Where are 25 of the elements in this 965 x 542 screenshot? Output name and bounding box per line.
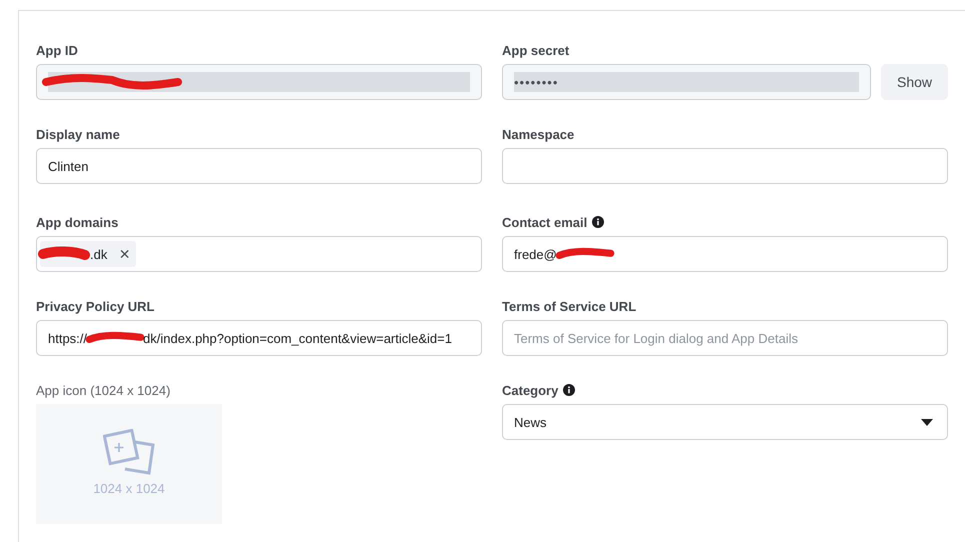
input-field[interactable]: https:// dk/index.php?option=com_content&view=article&id=1	[36, 320, 482, 356]
show-button[interactable]: Show	[881, 64, 948, 100]
field-label: App secret	[502, 42, 570, 58]
field-label: Category	[502, 382, 558, 398]
input-field[interactable]: frede@	[502, 236, 948, 272]
size-caption: 1024 x 1024	[93, 480, 165, 496]
category-dropdown[interactable]: News	[502, 404, 948, 440]
field-label: Namespace	[502, 126, 574, 142]
remove-tag-button[interactable]: ×	[119, 244, 130, 264]
field-label: Display name	[36, 126, 120, 142]
field-label: Terms of Service URL	[502, 298, 636, 314]
field-label: App ID	[36, 42, 78, 58]
input-field[interactable]	[502, 148, 948, 184]
redaction-mark	[38, 245, 90, 263]
input-field[interactable]: .dk ×	[36, 236, 482, 272]
field-label: Privacy Policy URL	[36, 298, 154, 314]
input-field[interactable]: Clinten	[36, 148, 482, 184]
caret-icon	[921, 419, 933, 426]
field-label: App icon (1024 x 1024)	[36, 382, 170, 398]
field-label: Contact email	[502, 214, 588, 230]
field-label: App domains	[36, 214, 118, 230]
info-icon[interactable]	[592, 216, 604, 228]
info-icon[interactable]	[563, 384, 576, 396]
photos-icon	[103, 428, 155, 474]
domain-tag: .dk ×	[40, 241, 136, 267]
